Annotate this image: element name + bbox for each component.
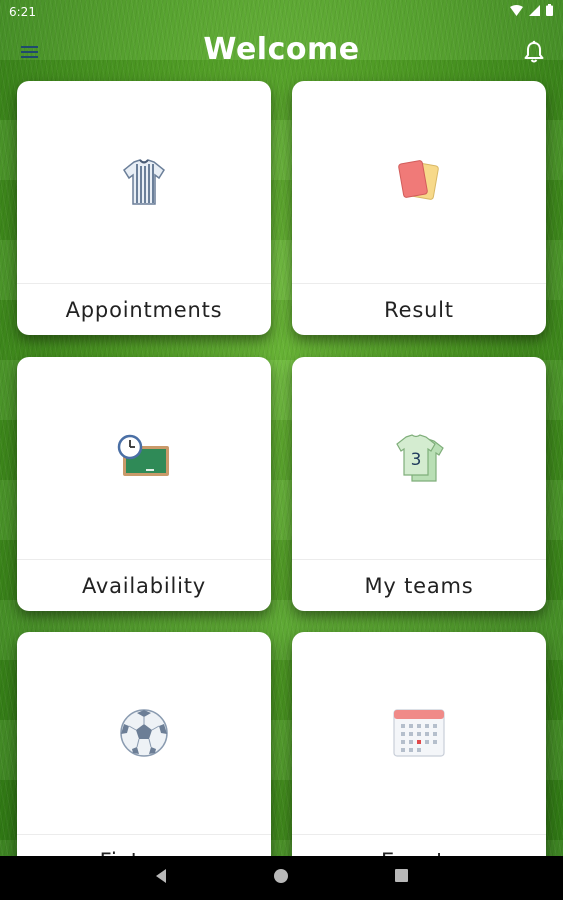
- tile-appointments[interactable]: Appointments: [17, 81, 271, 335]
- clock-chalkboard-icon: [117, 434, 169, 476]
- recents-icon: [395, 869, 408, 882]
- tile-availability[interactable]: Availability: [17, 357, 271, 611]
- jersey-number: 3: [411, 450, 422, 470]
- tile-events[interactable]: Events: [292, 632, 546, 886]
- wifi-icon: [510, 4, 523, 16]
- status-time: 6:21: [9, 5, 36, 19]
- bell-icon: [524, 40, 544, 63]
- battery-icon: [546, 4, 553, 16]
- tile-result[interactable]: Result: [292, 81, 546, 335]
- back-icon: [156, 869, 166, 883]
- calendar-icon: [393, 709, 445, 757]
- referee-shirt-icon: [123, 159, 165, 205]
- notifications-button[interactable]: [523, 40, 545, 64]
- back-button[interactable]: [154, 868, 168, 888]
- home-button[interactable]: [273, 868, 289, 888]
- tile-label: Availability: [81, 573, 207, 598]
- cards-icon: [398, 160, 439, 200]
- signal-icon: [529, 4, 540, 16]
- app-bar: Welcome: [0, 24, 563, 80]
- soccer-ball-icon: [120, 709, 168, 757]
- tile-label: Appointments: [65, 297, 223, 322]
- home-icon: [274, 869, 288, 883]
- team-jersey-icon: 3: [396, 434, 444, 482]
- tile-fixtures[interactable]: Fixtures: [17, 632, 271, 886]
- page-title: Welcome: [203, 32, 360, 67]
- recents-button[interactable]: [394, 868, 409, 887]
- tile-label: My teams: [364, 573, 474, 598]
- system-nav-bar: [0, 856, 563, 900]
- tile-my-teams[interactable]: 3 My teams: [292, 357, 546, 611]
- tile-label: Result: [384, 297, 454, 322]
- status-bar: 6:21: [0, 0, 563, 24]
- status-icons: [510, 4, 553, 16]
